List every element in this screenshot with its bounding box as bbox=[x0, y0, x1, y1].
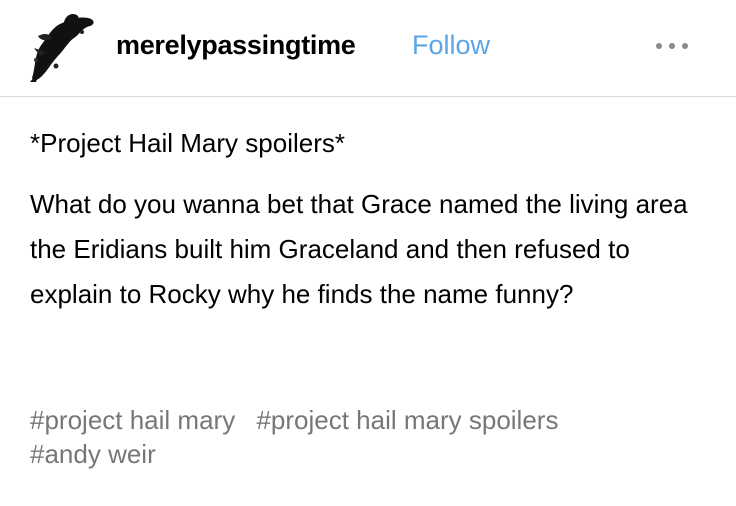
tag-andy-weir[interactable]: #andy weir bbox=[30, 439, 156, 469]
more-options-icon[interactable] bbox=[652, 37, 692, 57]
post-text: What do you wanna bet that Grace named t… bbox=[30, 189, 688, 309]
post-body: *Project Hail Mary spoilers* What do you… bbox=[30, 126, 710, 317]
author-username[interactable]: merelypassingtime bbox=[116, 30, 356, 61]
post-header: merelypassingtime Follow bbox=[0, 0, 736, 97]
tumblr-post: merelypassingtime Follow *Project Hail M… bbox=[0, 0, 736, 506]
avatar[interactable] bbox=[22, 8, 100, 86]
post-tags: #project hail mary #project hail mary sp… bbox=[30, 403, 720, 471]
follow-button[interactable]: Follow bbox=[412, 30, 490, 61]
tag-project-hail-mary[interactable]: #project hail mary bbox=[30, 405, 235, 435]
spoiler-warning: *Project Hail Mary spoilers* bbox=[30, 128, 345, 158]
tag-project-hail-mary-spoilers[interactable]: #project hail mary spoilers bbox=[256, 405, 558, 435]
